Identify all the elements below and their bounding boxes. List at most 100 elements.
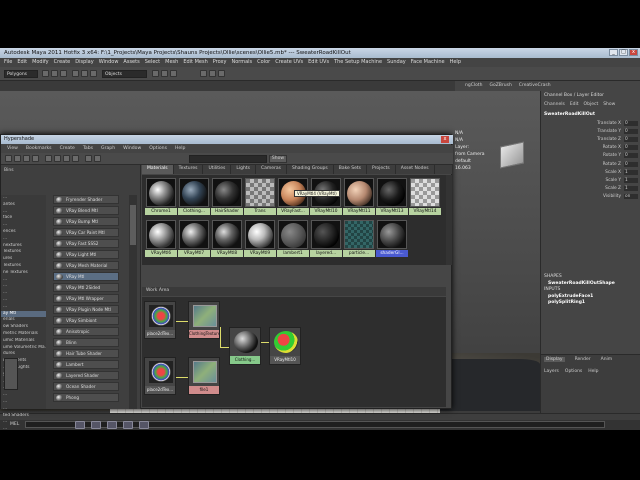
minimize-button[interactable]: _ bbox=[609, 49, 618, 56]
work-area-tab[interactable]: Work Area bbox=[142, 287, 446, 296]
attribute-value[interactable]: 0 bbox=[624, 121, 638, 126]
menu-item[interactable]: Edit Mesh bbox=[183, 59, 207, 66]
hypershade-tab[interactable]: Shading Groups bbox=[287, 165, 334, 174]
graph-node-file[interactable]: file1 bbox=[188, 357, 220, 395]
shape-node[interactable]: SweaterRoadKillOutShape bbox=[548, 281, 615, 286]
open-scene-icon[interactable] bbox=[51, 70, 58, 77]
create-bar-scrollbar[interactable] bbox=[129, 195, 137, 409]
close-button[interactable]: x bbox=[629, 49, 638, 56]
create-node-button[interactable]: VRay Mtl 2Sided bbox=[53, 283, 119, 292]
material-swatch[interactable]: particle... bbox=[343, 220, 375, 258]
material-swatch[interactable]: VRayMtl8 bbox=[211, 220, 243, 258]
hypershade-menu-item[interactable]: View bbox=[7, 146, 18, 152]
menu-item[interactable]: Color bbox=[257, 59, 270, 66]
tree-item[interactable]: ay Mtl bbox=[1, 310, 46, 318]
tree-item[interactable]: ted Shaders bbox=[1, 413, 46, 420]
input-node[interactable]: polySplitRing1 bbox=[548, 300, 585, 305]
work-area-graph[interactable]: place2dTex... ClothingTexture Clothing..… bbox=[142, 297, 446, 407]
hypershade-menu-item[interactable]: Window bbox=[123, 146, 141, 152]
attribute-value[interactable]: on bbox=[624, 193, 638, 199]
tree-item[interactable]: ... bbox=[1, 399, 46, 406]
menu-set-dropdown[interactable]: Polygons bbox=[4, 70, 38, 78]
menu-item[interactable]: File bbox=[4, 59, 12, 66]
tree-item[interactable]: nextures bbox=[1, 243, 46, 250]
taskbar-app-icon[interactable] bbox=[139, 421, 149, 429]
attribute-value[interactable]: 0 bbox=[624, 137, 638, 143]
taskbar-app-icon[interactable] bbox=[123, 421, 133, 429]
render-settings-icon[interactable] bbox=[218, 70, 225, 77]
tree-item[interactable]: ne Textures bbox=[1, 270, 46, 277]
create-node-button[interactable]: Anisotropic bbox=[53, 327, 119, 336]
rearrange-graph-icon[interactable] bbox=[85, 155, 92, 162]
tree-item[interactable]: umic Materials bbox=[1, 338, 46, 345]
attribute-value[interactable]: 0 bbox=[624, 153, 638, 159]
material-swatch[interactable]: VRayMtl14 bbox=[409, 178, 441, 216]
bins-label[interactable]: Bins bbox=[4, 168, 14, 173]
graph-input-icon[interactable] bbox=[45, 155, 52, 162]
menu-item[interactable]: The Setup Machine bbox=[334, 59, 382, 66]
tree-item[interactable]: Textures bbox=[1, 263, 46, 270]
menu-item[interactable]: Edit bbox=[17, 59, 27, 66]
channel-attribute[interactable]: Translate X0 bbox=[583, 121, 639, 128]
shelf-tab-gozbrush[interactable]: GoZBrush bbox=[489, 83, 511, 89]
new-scene-icon[interactable] bbox=[42, 70, 49, 77]
tab-display[interactable]: Display bbox=[544, 357, 565, 362]
snap-grid-icon[interactable] bbox=[152, 70, 159, 77]
hypershade-tab[interactable]: Materials bbox=[142, 165, 174, 174]
create-node-button[interactable]: Phong bbox=[53, 393, 119, 402]
render-icon[interactable] bbox=[200, 70, 207, 77]
material-swatch[interactable]: Chrome1 bbox=[145, 178, 177, 216]
show-both-tabs-icon[interactable] bbox=[32, 155, 39, 162]
menu-item[interactable]: Face Machine bbox=[411, 59, 445, 66]
tree-item[interactable]: ... bbox=[1, 406, 46, 413]
create-node-button[interactable]: VRay Bump Mtl bbox=[53, 217, 119, 226]
create-node-button[interactable]: VRay Fast SSS2 bbox=[53, 239, 119, 248]
menu-item[interactable]: Sunday bbox=[387, 59, 406, 66]
create-node-button[interactable]: VRay Mtl bbox=[53, 272, 119, 281]
hypershade-tab[interactable]: Utilities bbox=[203, 165, 232, 174]
hypershade-tab[interactable]: Bake Sets bbox=[334, 165, 367, 174]
graph-node-clothing-texture[interactable]: ClothingTexture bbox=[188, 301, 220, 339]
hypershade-menu-item[interactable]: Graph bbox=[101, 146, 115, 152]
material-swatch[interactable]: shaderGl... bbox=[376, 220, 408, 258]
graph-in-out-icon[interactable] bbox=[54, 155, 61, 162]
layer-menu-help[interactable]: Help bbox=[588, 369, 598, 374]
menu-item[interactable]: Mesh bbox=[165, 59, 178, 66]
menu-item[interactable]: Create bbox=[54, 59, 71, 66]
create-node-button[interactable]: Blinn bbox=[53, 338, 119, 347]
create-node-button[interactable]: VRay Simbiont bbox=[53, 316, 119, 325]
create-node-button[interactable]: VRay Car Paint Mtl bbox=[53, 228, 119, 237]
material-swatch[interactable]: layered... bbox=[310, 220, 342, 258]
menu-item[interactable]: Normals bbox=[231, 59, 252, 66]
channel-menu-show[interactable]: Show bbox=[603, 102, 615, 109]
shelf-tab-ngcloth[interactable]: ngCloth bbox=[465, 83, 482, 89]
graph-node-place2dtexture[interactable]: place2dTex... bbox=[144, 301, 176, 339]
create-node-button[interactable]: VRay Mtl Wrapper bbox=[53, 294, 119, 303]
save-scene-icon[interactable] bbox=[60, 70, 67, 77]
hypershade-menu-item[interactable]: Options bbox=[149, 146, 167, 152]
create-node-button[interactable]: VRay Blend Mtl bbox=[53, 206, 119, 215]
create-node-button[interactable]: Ocean Shader bbox=[53, 382, 119, 391]
menu-item[interactable]: Select bbox=[145, 59, 160, 66]
tree-item[interactable]: ... bbox=[1, 392, 46, 399]
select-icon[interactable] bbox=[72, 70, 79, 77]
tree-item[interactable]: ... bbox=[1, 236, 46, 243]
tree-item[interactable]: ... bbox=[1, 297, 46, 304]
tree-item[interactable]: ume Volumetric Ma... bbox=[1, 345, 46, 352]
show-top-tabs-icon[interactable] bbox=[14, 155, 21, 162]
material-swatch[interactable]: VRayMtl9 bbox=[244, 220, 276, 258]
material-swatch[interactable]: Trans bbox=[244, 178, 276, 216]
attribute-value[interactable]: 0 bbox=[624, 161, 638, 167]
tree-item[interactable]: ... bbox=[1, 222, 46, 229]
hypershade-menu-item[interactable]: Tabs bbox=[83, 146, 93, 152]
taskbar-app-icon[interactable] bbox=[91, 421, 101, 429]
channel-attribute[interactable]: Translate Z0 bbox=[583, 137, 639, 144]
create-node-button[interactable]: Lambert bbox=[53, 360, 119, 369]
graph-node-clothing-material[interactable]: Clothing... bbox=[229, 327, 261, 365]
input-node[interactable]: polyExtrudeFace1 bbox=[548, 294, 593, 299]
channel-menu-channels[interactable]: Channels bbox=[544, 102, 565, 109]
layer-menu-layers[interactable]: Layers bbox=[544, 369, 559, 374]
tree-item[interactable]: face bbox=[1, 215, 46, 222]
material-swatch[interactable]: VRayMtl6 bbox=[145, 220, 177, 258]
menu-item[interactable]: Create UVs bbox=[275, 59, 303, 66]
